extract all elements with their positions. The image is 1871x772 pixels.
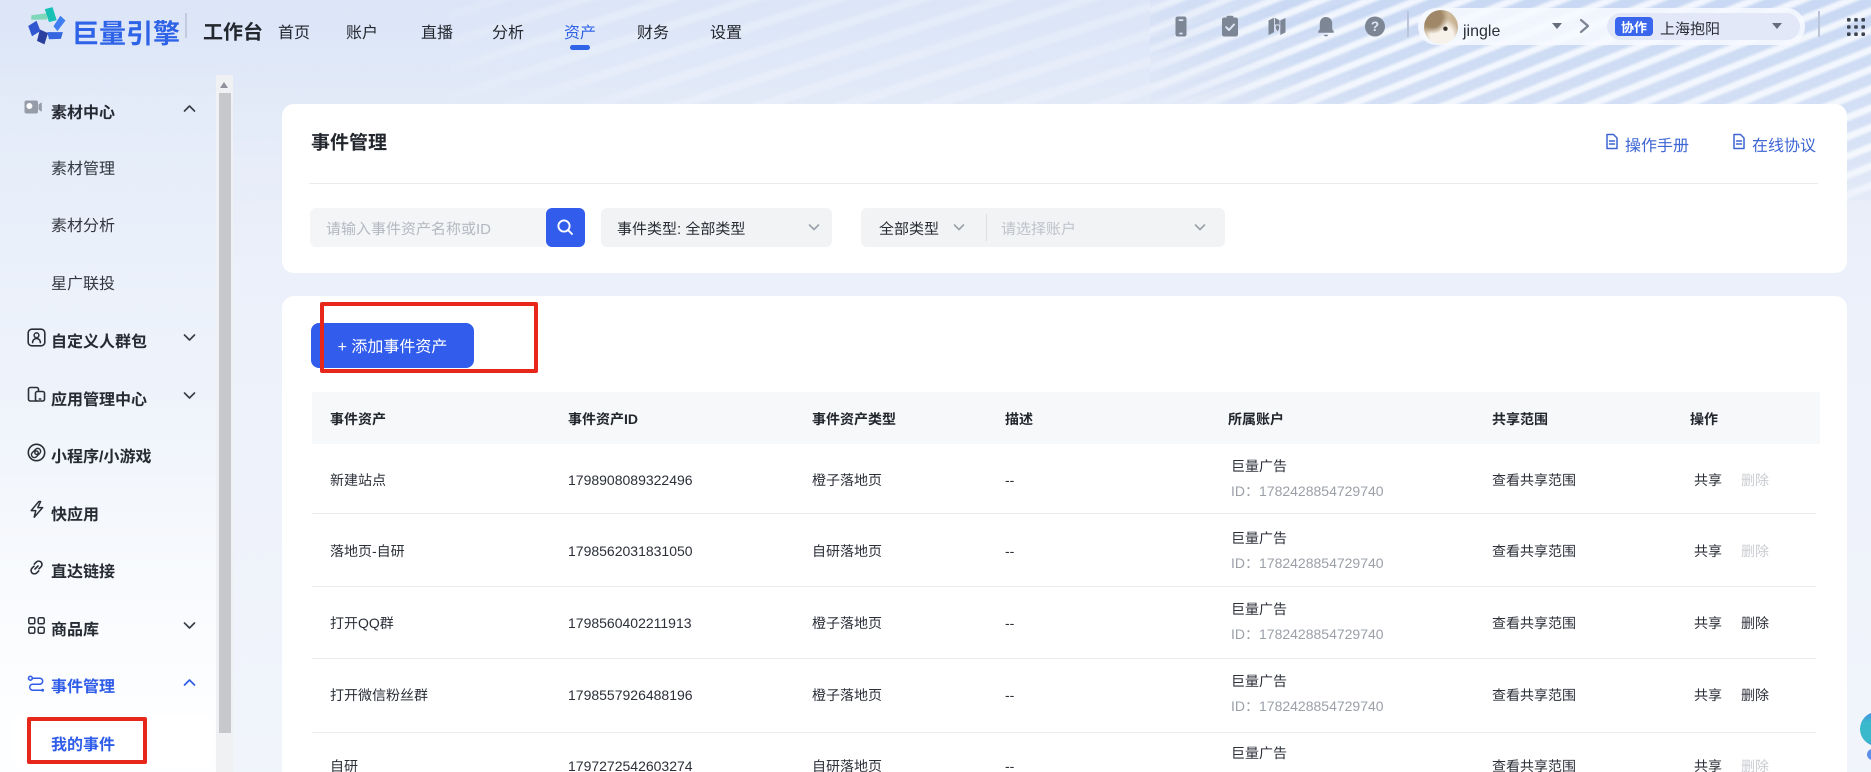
- svg-text:?: ?: [1371, 19, 1379, 34]
